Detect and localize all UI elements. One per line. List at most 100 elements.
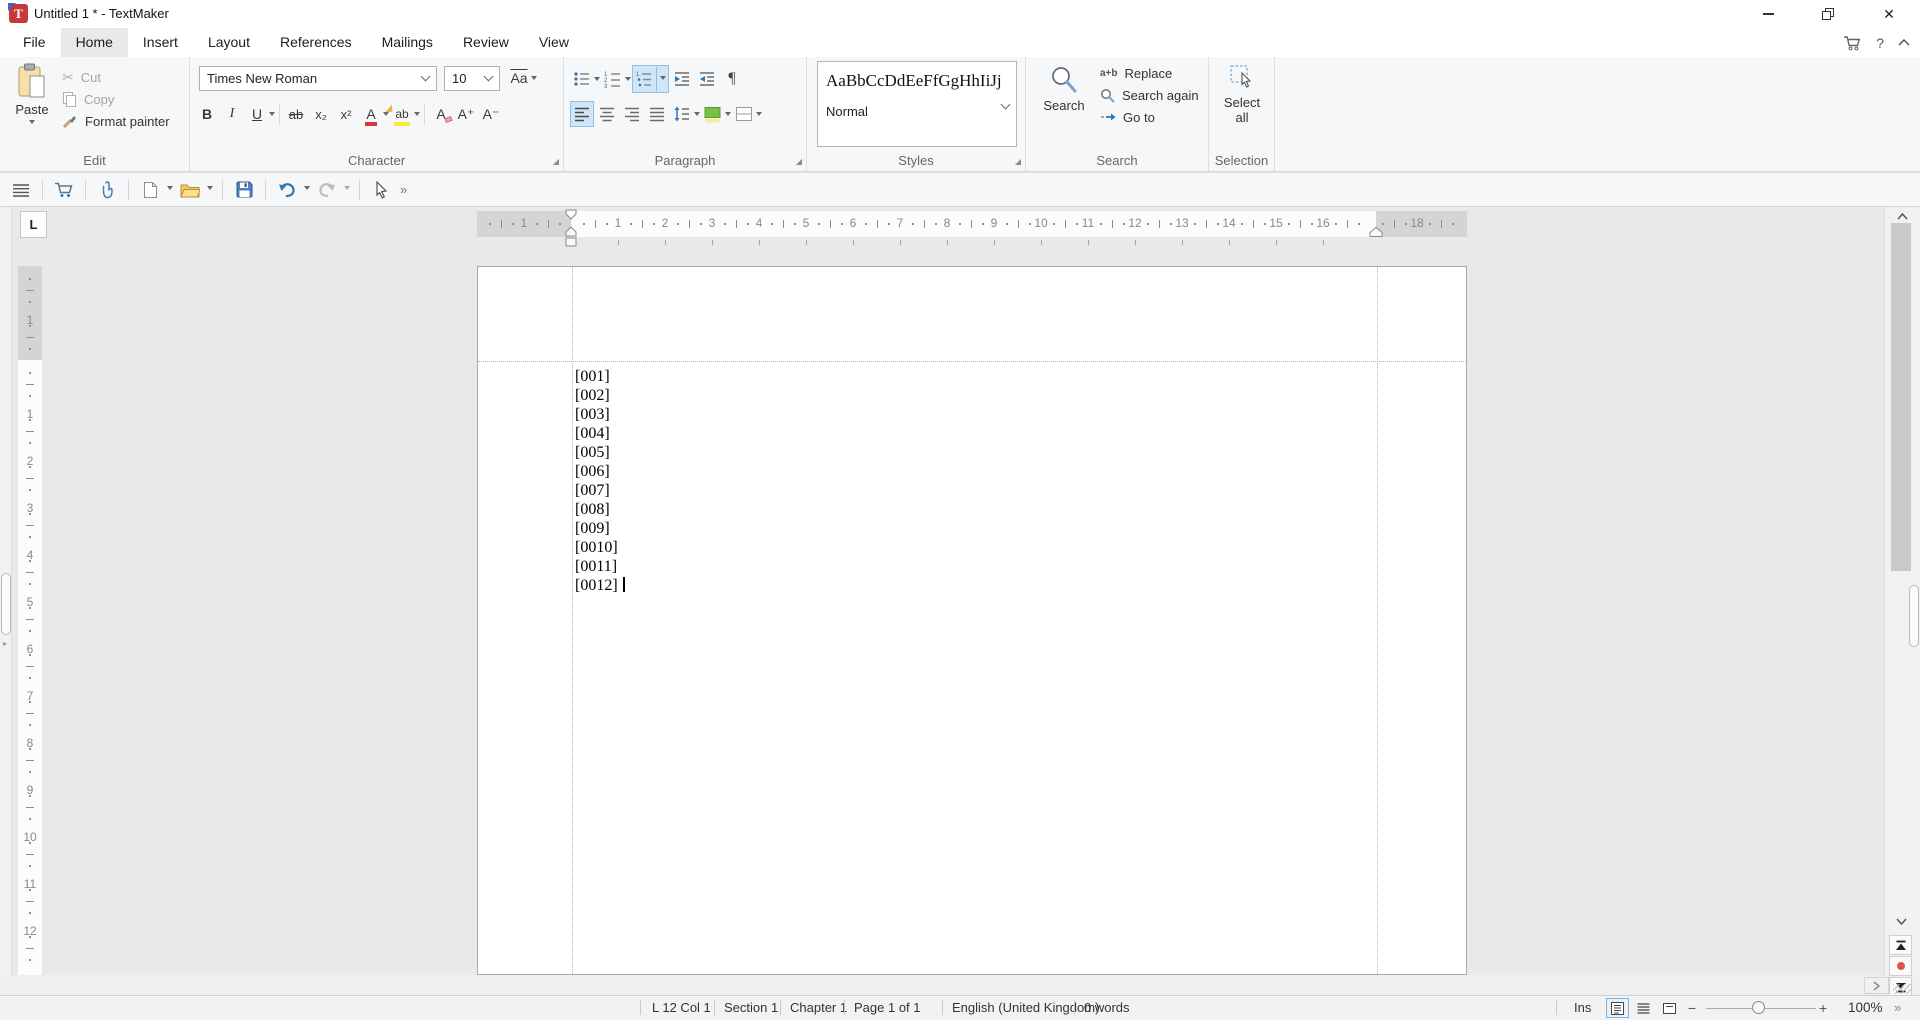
align-right-button[interactable] <box>620 101 644 127</box>
align-left-button[interactable] <box>570 101 594 127</box>
right-pane-handle[interactable] <box>1909 585 1919 647</box>
fullpage-view-button[interactable] <box>1658 998 1681 1018</box>
chapter-indicator[interactable]: Chapter 1 <box>790 1000 847 1015</box>
insert-mode-indicator[interactable]: Ins <box>1574 1000 1591 1015</box>
shading-button[interactable] <box>701 101 725 127</box>
copy-button[interactable]: Copy <box>62 88 170 110</box>
new-document-dropdown[interactable] <box>167 186 173 193</box>
line-spacing-button[interactable] <box>670 101 694 127</box>
line-spacing-dropdown[interactable] <box>694 112 700 119</box>
bullet-list-button[interactable] <box>570 66 594 92</box>
bold-button[interactable]: B <box>195 101 219 127</box>
collapse-ribbon-icon[interactable] <box>1898 39 1910 47</box>
shrink-font-button[interactable]: A⁻ <box>479 101 503 127</box>
formatting-marks-button[interactable]: ¶ <box>720 66 744 92</box>
open-button[interactable] <box>178 177 202 203</box>
cursor-position[interactable]: L 12 Col 1 <box>652 1000 711 1015</box>
zoom-slider-thumb[interactable] <box>1752 1001 1765 1014</box>
scroll-up-button[interactable] <box>1891 209 1913 223</box>
outline-list-dropdown[interactable] <box>660 76 666 83</box>
word-count[interactable]: 0 words <box>1084 1000 1130 1015</box>
document-text[interactable]: [001][002][003][004][005][006][007][008]… <box>575 367 625 595</box>
zoom-level[interactable]: 100% <box>1848 1000 1883 1015</box>
open-dropdown[interactable] <box>207 186 213 193</box>
goto-button[interactable]: Go to <box>1100 106 1199 128</box>
borders-dropdown[interactable] <box>756 112 762 119</box>
highlight-dropdown[interactable] <box>414 112 420 119</box>
change-case-dropdown[interactable] <box>531 76 537 83</box>
new-document-button[interactable] <box>138 177 162 203</box>
scrollbar-thumb[interactable] <box>1891 223 1911 571</box>
font-color-button[interactable]: A <box>366 107 375 121</box>
tab-stop-selector[interactable]: L <box>20 211 47 238</box>
horizontal-ruler[interactable]: 11234567891011121314151618 <box>477 211 1467 237</box>
strikethrough-button[interactable]: ab <box>284 101 308 127</box>
paste-dropdown[interactable] <box>29 120 35 127</box>
menu-review[interactable]: Review <box>448 28 524 57</box>
shop-cart-icon[interactable] <box>1843 35 1862 51</box>
change-case-button[interactable]: Aa <box>507 65 537 91</box>
first-line-indent-marker[interactable] <box>566 210 576 219</box>
redo-button[interactable] <box>315 177 339 203</box>
decrease-indent-button[interactable] <box>695 66 719 92</box>
menu-insert[interactable]: Insert <box>128 28 193 57</box>
continuous-view-button[interactable] <box>1632 998 1655 1018</box>
italic-button[interactable]: I <box>220 101 244 127</box>
align-center-button[interactable] <box>595 101 619 127</box>
highlight-button[interactable]: ab <box>395 107 408 121</box>
indent-markers[interactable] <box>564 210 578 250</box>
expand-panel-button[interactable] <box>1864 977 1889 994</box>
format-painter-button[interactable]: Format painter <box>62 110 170 132</box>
restore-button[interactable] <box>1800 0 1856 28</box>
object-mode-button[interactable] <box>369 177 393 203</box>
touch-mode-button[interactable] <box>95 177 119 203</box>
browse-object-button[interactable] <box>1889 956 1912 976</box>
paste-button[interactable]: Paste <box>8 63 56 127</box>
vertical-ruler[interactable]: 1123456789101112 <box>18 266 42 975</box>
superscript-button[interactable]: x² <box>334 101 358 127</box>
bullet-list-dropdown[interactable] <box>594 77 600 84</box>
menu-file[interactable]: File <box>8 28 61 57</box>
close-button[interactable]: ✕ <box>1858 0 1920 28</box>
save-button[interactable] <box>232 177 256 203</box>
menu-layout[interactable]: Layout <box>193 28 265 57</box>
scroll-down-button[interactable] <box>1890 914 1912 928</box>
resize-grip[interactable] <box>1893 984 1912 994</box>
align-justify-button[interactable] <box>645 101 669 127</box>
menu-home[interactable]: Home <box>61 28 128 57</box>
font-size-select[interactable]: 10 <box>444 66 500 91</box>
shop-button[interactable] <box>52 177 76 203</box>
minimize-button[interactable] <box>1740 0 1796 28</box>
left-indent-marker[interactable] <box>566 227 576 236</box>
undo-button[interactable] <box>275 177 299 203</box>
search-button[interactable]: Search <box>1038 65 1090 113</box>
borders-button[interactable] <box>732 101 756 127</box>
grow-font-button[interactable]: A⁺ <box>454 101 478 127</box>
document-page[interactable]: [001][002][003][004][005][006][007][008]… <box>477 266 1467 975</box>
cut-button[interactable]: ✂ Cut <box>62 66 170 88</box>
numbered-list-dropdown[interactable] <box>625 77 631 84</box>
outline-list-button-selected[interactable]: 1 <box>632 65 669 93</box>
left-pane-expand-icon[interactable]: ▸ <box>3 639 7 648</box>
style-picker[interactable]: AaBbCcDdEeFfGgHhIiJj Normal <box>817 61 1017 147</box>
replace-button[interactable]: a+b Replace <box>1100 62 1199 84</box>
underline-button[interactable]: U <box>245 101 269 127</box>
numbered-list-button[interactable]: 123 <box>601 66 625 92</box>
undo-dropdown[interactable] <box>304 186 310 193</box>
language-indicator[interactable]: English (United Kingdom) <box>952 1000 1099 1015</box>
zoom-in-button[interactable]: + <box>1819 1000 1827 1016</box>
search-again-button[interactable]: Search again <box>1100 84 1199 106</box>
menu-references[interactable]: References <box>265 28 367 57</box>
font-name-select[interactable]: Times New Roman <box>199 66 437 91</box>
page-view-button[interactable] <box>1606 998 1629 1018</box>
subscript-button[interactable]: x₂ <box>309 101 333 127</box>
shading-dropdown[interactable] <box>725 112 731 119</box>
indent-box-marker[interactable] <box>566 238 576 246</box>
previous-object-button[interactable] <box>1889 935 1912 955</box>
right-indent-marker[interactable] <box>1369 227 1383 237</box>
underline-dropdown[interactable] <box>269 112 275 119</box>
zoom-out-button[interactable]: − <box>1688 1000 1696 1016</box>
redo-dropdown[interactable] <box>344 186 350 193</box>
left-pane-handle[interactable] <box>1 573 11 635</box>
clear-formatting-button[interactable]: A <box>436 107 445 121</box>
